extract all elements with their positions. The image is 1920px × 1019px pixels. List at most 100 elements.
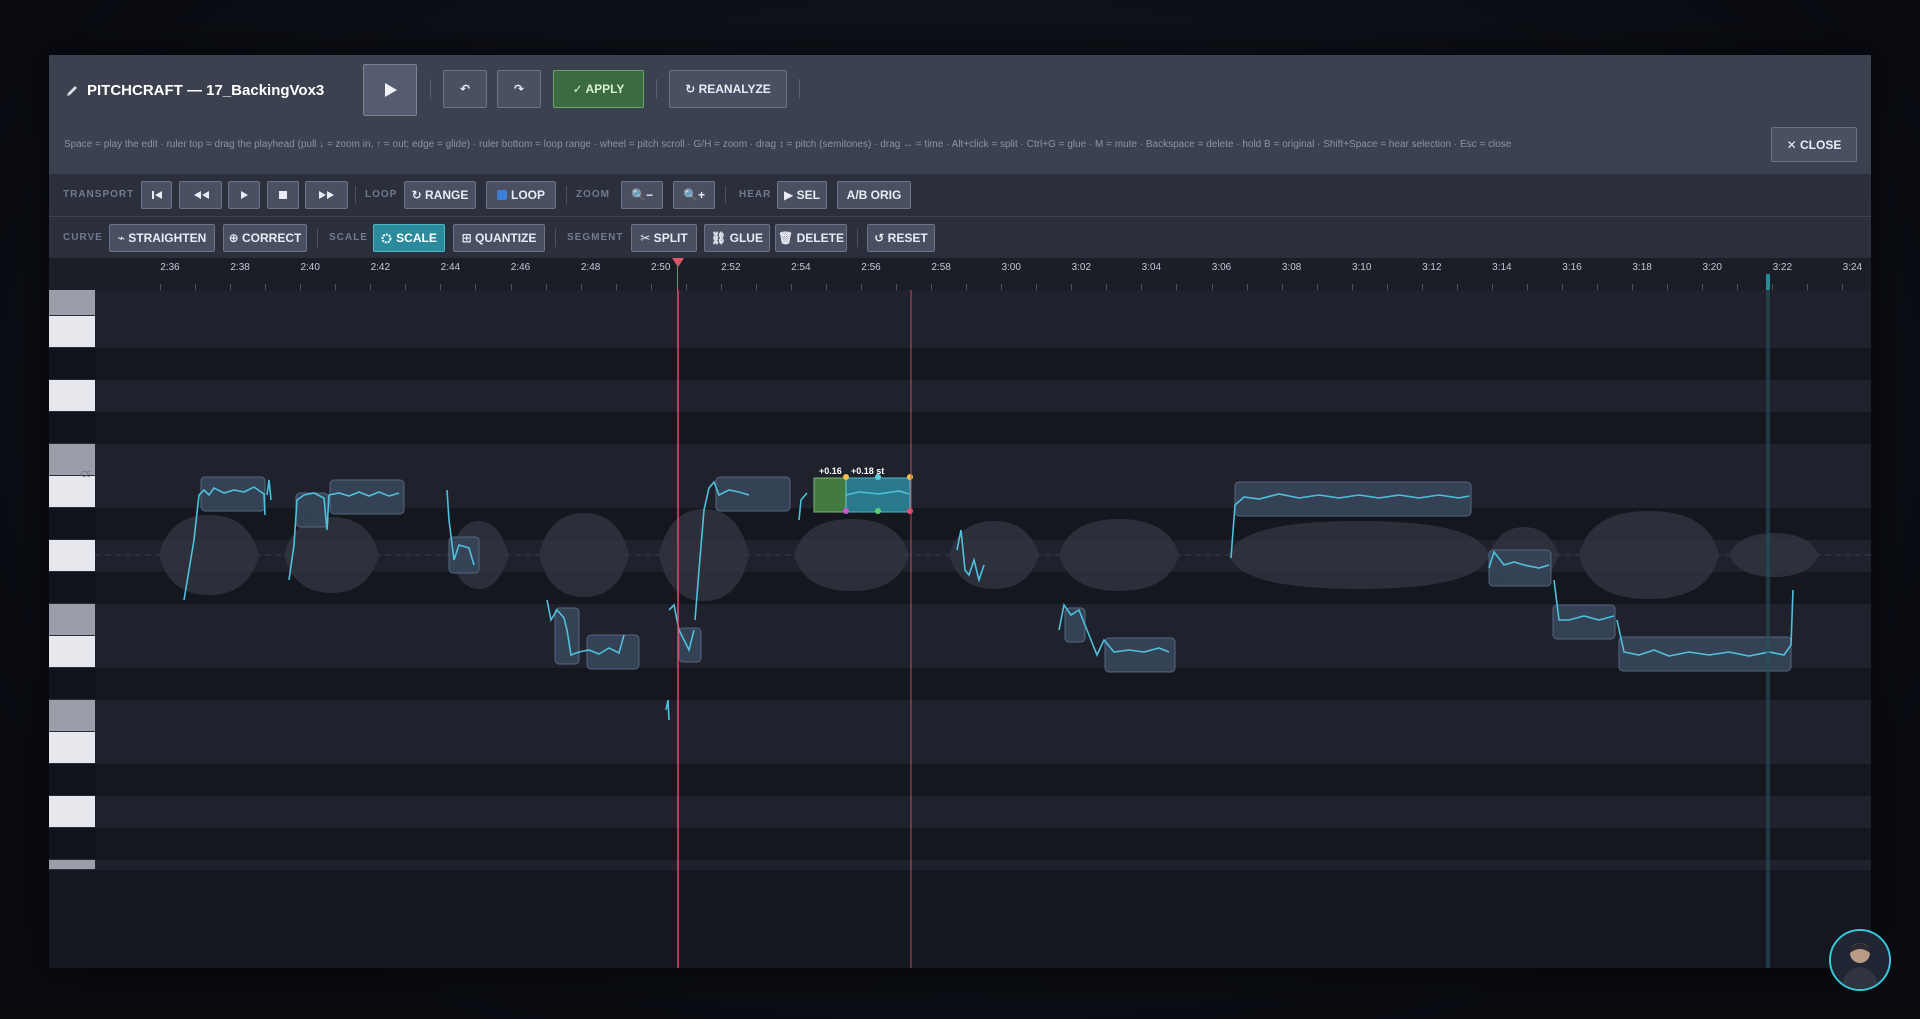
title-text: PITCHCRAFT — 17_BackingVox3 bbox=[87, 82, 325, 99]
ruler-tick-label: 3:24 bbox=[1842, 262, 1863, 273]
undo-button[interactable]: ↶ bbox=[443, 70, 487, 108]
divider bbox=[656, 79, 657, 99]
loop-toggle-label: LOOP bbox=[510, 188, 545, 202]
waveform-segment bbox=[794, 519, 909, 591]
pitch-curve[interactable] bbox=[266, 479, 272, 501]
pitch-curve[interactable] bbox=[798, 492, 808, 521]
divider bbox=[799, 79, 800, 99]
piano-roll: C5 +0.16 +0.18 st bbox=[49, 290, 1871, 968]
note-blob[interactable] bbox=[1552, 604, 1616, 640]
note-blob[interactable] bbox=[715, 476, 791, 512]
ruler-tick-label: 3:16 bbox=[1562, 262, 1582, 273]
loop-toggle-button[interactable]: LOOP bbox=[486, 181, 556, 209]
transport-toolbar: TRANSPORT LOOP ↻ RANGE LOOP ZOOM 🔍− 🔍+ H… bbox=[49, 173, 1871, 216]
waveform-segment bbox=[1229, 521, 1489, 589]
waveform-segment bbox=[659, 509, 749, 601]
ruler-tick-label: 3:08 bbox=[1281, 262, 1302, 273]
pitch-curves-layer[interactable]: +0.16 +0.18 st bbox=[49, 290, 1871, 968]
ruler-tick-label: 2:44 bbox=[440, 262, 461, 273]
note-blob[interactable] bbox=[1104, 637, 1176, 673]
ruler-tick-label: 3:20 bbox=[1702, 262, 1722, 273]
go-to-start-button[interactable] bbox=[141, 181, 172, 209]
loop-marker[interactable] bbox=[1766, 290, 1770, 968]
selection-offset-label: +0.16 bbox=[819, 466, 842, 476]
selection-handle[interactable] bbox=[843, 474, 849, 480]
ruler-tick-label: 3:06 bbox=[1211, 262, 1232, 273]
scale-button[interactable]: SCALE bbox=[373, 224, 445, 252]
stop-icon bbox=[279, 191, 287, 199]
waveform-segment bbox=[1059, 519, 1179, 591]
ruler-tick-label: 3:14 bbox=[1492, 262, 1512, 273]
selected-note-green[interactable] bbox=[813, 477, 847, 513]
play-icon bbox=[241, 191, 248, 199]
ruler-tick-label: 3:22 bbox=[1772, 262, 1793, 273]
selection-handle[interactable] bbox=[843, 508, 849, 514]
close-button[interactable]: ✕ CLOSE bbox=[1771, 127, 1857, 162]
range-button[interactable]: ↻ RANGE bbox=[404, 181, 476, 209]
ab-original-button[interactable]: A/B ORIG bbox=[837, 181, 911, 209]
transport-play-button[interactable] bbox=[228, 181, 260, 209]
zoom-out-button[interactable]: 🔍− bbox=[621, 181, 663, 209]
ruler-tick-label: 2:48 bbox=[580, 262, 601, 273]
note-blob[interactable] bbox=[329, 479, 405, 515]
editor-title: PITCHCRAFT — 17_BackingVox3 bbox=[65, 82, 324, 99]
ruler-tick-label: 3:02 bbox=[1071, 262, 1092, 273]
loop-icon bbox=[496, 190, 507, 200]
delete-button[interactable]: 🗑 DELETE bbox=[775, 224, 847, 252]
note-blob[interactable] bbox=[1234, 481, 1472, 517]
divider bbox=[430, 79, 431, 99]
selection-handle[interactable] bbox=[875, 508, 881, 514]
scale-button-label: SCALE bbox=[396, 231, 437, 245]
divider bbox=[555, 229, 556, 247]
ruler-tick-label: 2:38 bbox=[230, 262, 250, 273]
reset-button[interactable]: ↺ RESET bbox=[867, 224, 935, 252]
scale-label: SCALE bbox=[329, 232, 368, 243]
ruler-tick-label: 2:46 bbox=[510, 262, 531, 273]
ruler-tick-label: 2:40 bbox=[300, 262, 320, 273]
ruler-tick-label: 2:52 bbox=[721, 262, 741, 273]
avatar[interactable] bbox=[1829, 929, 1891, 991]
pitch-editor-panel: PITCHCRAFT — 17_BackingVox3 ↶ ↷ ✓ APPLY … bbox=[49, 55, 1871, 968]
selected-note[interactable] bbox=[845, 477, 911, 513]
glue-button[interactable]: ⛓ GLUE bbox=[704, 224, 770, 252]
waveform-segment bbox=[159, 515, 259, 595]
rewind-icon bbox=[193, 191, 209, 199]
split-button[interactable]: ✂ SPLIT bbox=[631, 224, 697, 252]
gear-icon bbox=[381, 233, 392, 243]
redo-button[interactable]: ↷ bbox=[497, 70, 541, 108]
hear-selection-button[interactable]: ▶ SEL bbox=[777, 181, 827, 209]
loop-label: LOOP bbox=[365, 189, 398, 200]
hear-label: HEAR bbox=[739, 189, 772, 200]
note-blob[interactable] bbox=[554, 607, 580, 665]
segment-label: SEGMENT bbox=[567, 232, 624, 243]
divider bbox=[566, 186, 567, 204]
quantize-button[interactable]: ⊞ QUANTIZE bbox=[453, 224, 545, 252]
zoom-in-button[interactable]: 🔍+ bbox=[673, 181, 715, 209]
header: PITCHCRAFT — 17_BackingVox3 ↶ ↷ ✓ APPLY … bbox=[49, 55, 1871, 173]
ruler-tick-label: 2:54 bbox=[791, 262, 811, 273]
zoom-label: ZOOM bbox=[576, 189, 610, 200]
ruler-tick-label: 2:42 bbox=[370, 262, 391, 273]
ruler-tick-label: 3:10 bbox=[1351, 262, 1372, 273]
reanalyze-button[interactable]: ↻ REANALYZE bbox=[669, 70, 787, 108]
ruler-tick-label: 2:56 bbox=[861, 262, 881, 273]
skip-back-icon bbox=[151, 191, 162, 199]
apply-button[interactable]: ✓ APPLY bbox=[553, 70, 644, 108]
selection-handle[interactable] bbox=[907, 474, 913, 480]
straighten-button[interactable]: ⌁ STRAIGHTEN bbox=[109, 224, 215, 252]
fast-forward-button[interactable] bbox=[305, 181, 348, 209]
transport-label: TRANSPORT bbox=[63, 189, 135, 200]
rewind-button[interactable] bbox=[179, 181, 222, 209]
pitch-curve[interactable] bbox=[665, 699, 670, 721]
time-ruler[interactable]: 2:36 2:38 2:40 2:42 2:44 2:46 2:48 2:50 2:52 2:54… bbox=[49, 258, 1871, 291]
loop-range-marker[interactable] bbox=[1766, 274, 1770, 290]
selection-handle[interactable] bbox=[907, 508, 913, 514]
waveform-segment bbox=[949, 521, 1039, 589]
ruler-tick-label: 3:12 bbox=[1422, 262, 1442, 273]
ruler-tick-label: 2:50 bbox=[650, 262, 671, 273]
title-row: PITCHCRAFT — 17_BackingVox3 ↶ ↷ ✓ APPLY … bbox=[49, 63, 1871, 117]
divider bbox=[725, 186, 726, 204]
play-button[interactable] bbox=[363, 64, 417, 116]
stop-button[interactable] bbox=[267, 181, 299, 209]
correct-button[interactable]: ⊕ CORRECT bbox=[223, 224, 307, 252]
